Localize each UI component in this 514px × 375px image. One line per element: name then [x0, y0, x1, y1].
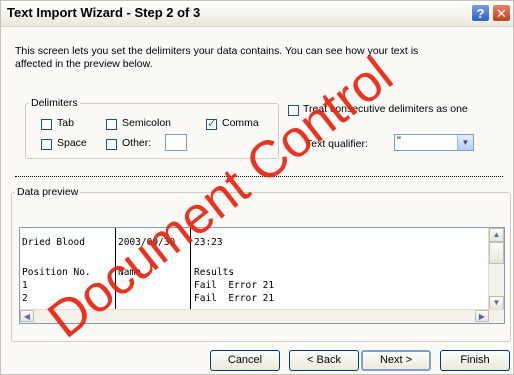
svg-text:Document Control: Document Control — [38, 46, 404, 350]
document-control-watermark: Document Control — [38, 46, 404, 350]
text-import-wizard-dialog: Text Import Wizard - Step 2 of 3 ? ✕ Thi… — [0, 0, 514, 375]
